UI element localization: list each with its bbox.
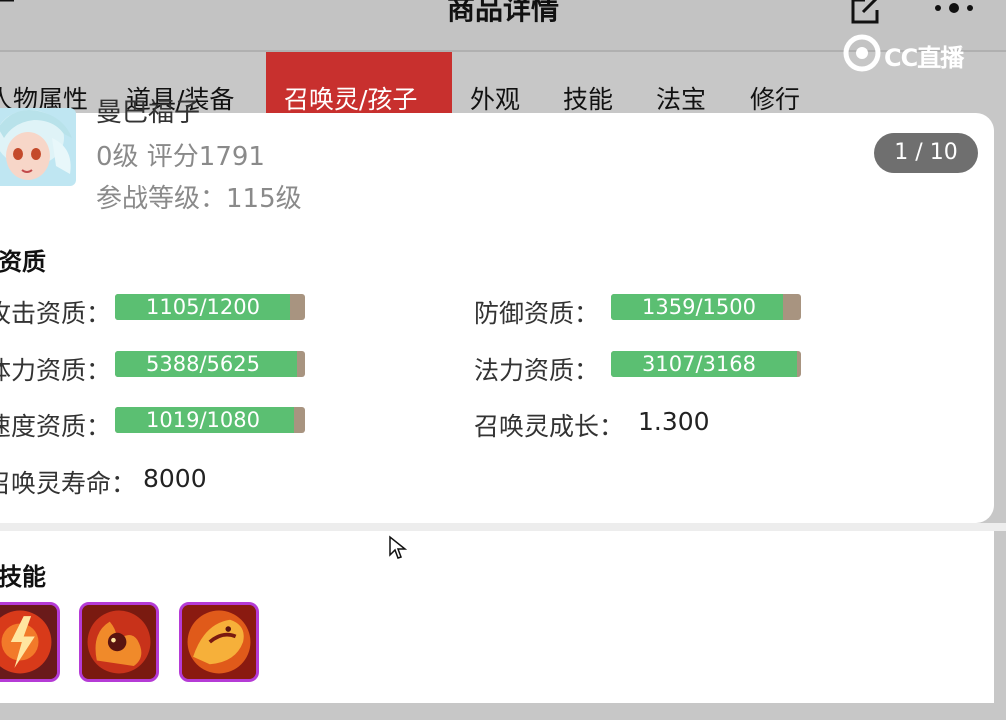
lightning-skill-icon <box>0 605 57 679</box>
stamina-aptitude-bar: 5388/5625 <box>115 351 305 377</box>
pet-avatar <box>0 108 76 186</box>
stamina-aptitude-label: 体力资质： <box>0 356 112 385</box>
speed-aptitude-label: 速度资质： <box>0 412 112 441</box>
defense-aptitude-value: 1359/1500 <box>642 295 756 319</box>
pet-level-score: 0级 评分1791 <box>96 142 265 172</box>
defense-aptitude-label: 防御资质： <box>474 299 600 328</box>
section-gap <box>0 523 1006 531</box>
magic-aptitude-value: 3107/3168 <box>642 352 756 376</box>
aptitude-title: 资质 <box>0 248 46 276</box>
pet-battle-level: 参战等级：115级 <box>96 184 302 214</box>
more-icon[interactable] <box>932 0 976 22</box>
speed-aptitude-bar: 1019/1080 <box>115 407 305 433</box>
attack-aptitude-bar: 1105/1200 <box>115 294 305 320</box>
tab-skills[interactable]: 技能 <box>563 80 613 116</box>
skill-slot-2[interactable] <box>79 602 159 682</box>
tab-appearance[interactable]: 外观 <box>470 80 520 116</box>
attack-aptitude-value: 1105/1200 <box>146 295 260 319</box>
pager-badge[interactable]: 1 / 10 <box>874 133 978 173</box>
lifespan-value: 8000 <box>143 464 207 493</box>
magic-aptitude-bar: 3107/3168 <box>611 351 801 377</box>
tab-cultivation[interactable]: 修行 <box>750 80 800 116</box>
attack-aptitude-label: 攻击资质： <box>0 299 112 328</box>
skills-title: 技能 <box>0 563 46 591</box>
speed-aptitude-value: 1019/1080 <box>146 408 260 432</box>
tab-summon-child[interactable]: 召唤灵/孩子 <box>284 80 417 116</box>
skill-slot-1[interactable] <box>0 602 60 682</box>
tab-treasure[interactable]: 法宝 <box>656 80 706 116</box>
skill-slot-3[interactable] <box>179 602 259 682</box>
defense-aptitude-bar: 1359/1500 <box>611 294 801 320</box>
growth-value: 1.300 <box>638 407 710 436</box>
fire-beast-skill-icon <box>82 605 156 679</box>
pet-name: 曼巴福子 <box>96 98 201 128</box>
mouse-cursor-icon <box>389 535 408 559</box>
magic-aptitude-label: 法力资质： <box>474 356 600 385</box>
lifespan-label: 召唤灵寿命： <box>0 469 137 498</box>
fire-dragon-skill-icon <box>182 605 256 679</box>
growth-label: 召唤灵成长： <box>474 412 625 441</box>
stamina-aptitude-value: 5388/5625 <box>146 352 260 376</box>
share-icon[interactable] <box>847 0 885 26</box>
